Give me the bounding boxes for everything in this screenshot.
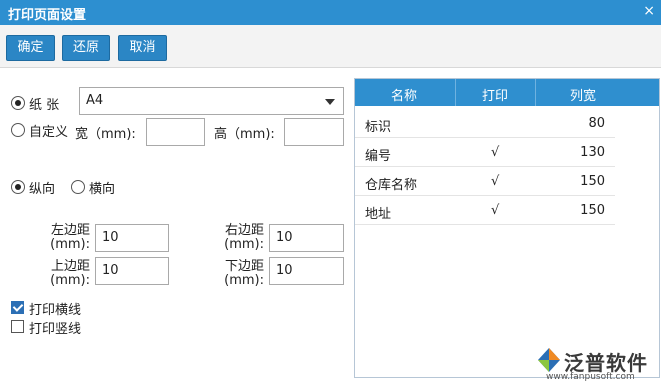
top-margin-input[interactable]: 10 (95, 257, 169, 285)
column-settings-grid: 名称 打印 列宽 标识 80 编号 √ 130 仓库名称 √ 150 地址 √ … (354, 78, 660, 378)
left-margin-input[interactable]: 10 (95, 224, 169, 252)
row-print: √ (491, 203, 500, 218)
row-name: 地址 (365, 207, 392, 222)
height-label: 高（mm): (214, 127, 275, 142)
row-name: 仓库名称 (365, 178, 418, 193)
header-width[interactable]: 列宽 (570, 85, 596, 104)
right-margin-label: 右边距 (mm): (224, 223, 264, 252)
table-row[interactable]: 编号 √ 130 (355, 138, 615, 167)
row-width: 130 (580, 145, 605, 160)
print-horizontal-lines-checkbox[interactable] (11, 301, 24, 314)
row-print: √ (491, 174, 500, 189)
table-row[interactable]: 仓库名称 √ 150 (355, 167, 615, 196)
height-input[interactable] (284, 118, 344, 146)
width-label: 宽（mm): (75, 127, 136, 142)
width-input[interactable] (146, 118, 205, 146)
header-divider (455, 79, 456, 106)
table-row[interactable]: 标识 80 (355, 109, 615, 138)
grid-header: 名称 打印 列宽 (355, 79, 659, 106)
logo-mark-icon (538, 348, 560, 372)
dialog-titlebar: 打印页面设置 × (0, 0, 661, 25)
landscape-label: 横向 (89, 182, 116, 197)
print-vertical-lines-checkbox[interactable] (11, 320, 24, 333)
row-name: 编号 (365, 149, 392, 164)
close-icon[interactable]: × (643, 3, 655, 19)
row-width: 80 (588, 116, 605, 131)
row-width: 150 (580, 174, 605, 189)
confirm-button[interactable]: 确定 (6, 35, 55, 61)
landscape-radio[interactable] (71, 180, 85, 194)
bottom-margin-label: 下边距 (mm): (224, 259, 264, 288)
dialog-title: 打印页面设置 (8, 8, 87, 23)
toolbar: 确定 还原 取消 (0, 25, 661, 68)
header-divider (535, 79, 536, 106)
bottom-margin-input[interactable]: 10 (269, 257, 344, 285)
portrait-radio[interactable] (11, 180, 25, 194)
cancel-button[interactable]: 取消 (118, 35, 167, 61)
row-print: √ (491, 145, 500, 160)
table-row[interactable]: 地址 √ 150 (355, 196, 615, 225)
row-name: 标识 (365, 120, 392, 135)
logo-url-text: www.fanpusoft.com (546, 372, 635, 382)
left-margin-label: 左边距 (mm): (50, 223, 90, 252)
portrait-label: 纵向 (29, 182, 56, 197)
header-name[interactable]: 名称 (391, 85, 417, 104)
print-vertical-lines-label: 打印竖线 (29, 322, 82, 337)
custom-size-label: 自定义 (29, 125, 69, 140)
print-horizontal-lines-label: 打印横线 (29, 303, 82, 318)
custom-size-radio[interactable] (11, 123, 25, 137)
right-margin-input[interactable]: 10 (269, 224, 344, 252)
paper-size-select[interactable]: A4 (79, 87, 344, 115)
paper-size-value: A4 (86, 93, 104, 108)
paper-size-radio[interactable] (11, 96, 25, 110)
header-print[interactable]: 打印 (482, 85, 508, 104)
chevron-down-icon (325, 99, 335, 105)
row-width: 150 (580, 203, 605, 218)
paper-size-label: 纸 张 (29, 98, 60, 113)
restore-button[interactable]: 还原 (62, 35, 110, 61)
brand-logo: 泛普软件 www.fanpusoft.com (534, 343, 656, 385)
top-margin-label: 上边距 (mm): (50, 259, 90, 288)
